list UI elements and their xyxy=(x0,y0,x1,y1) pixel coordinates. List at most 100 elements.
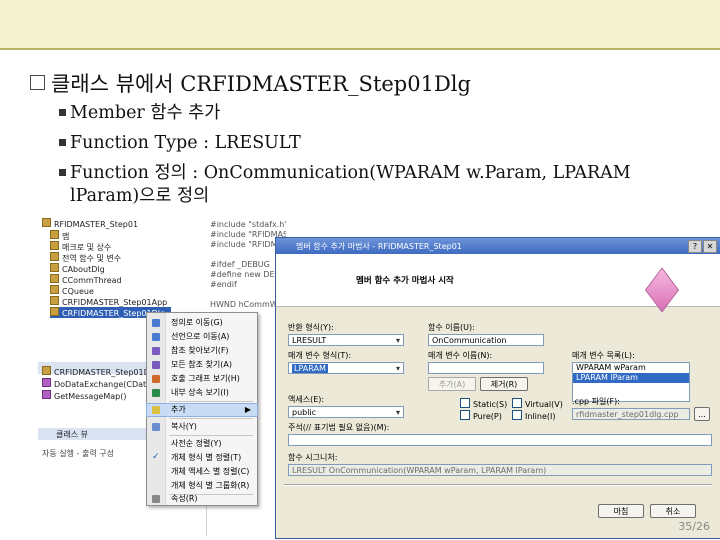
main-bullet: 클래스 뷰에서 CRFIDMASTER_Step01Dlg xyxy=(30,70,690,98)
code-line: #include "stdafx.h" xyxy=(210,220,286,229)
signature-label: 함수 시그니처: xyxy=(288,453,338,462)
comment-label: 주석(// 표기법 필요 없음)(M): xyxy=(288,423,390,432)
tree-item[interactable]: CRFIDMASTER_Step01App xyxy=(50,296,167,307)
menu-item-inheritance[interactable]: 내부 상속 보기(I) xyxy=(147,387,257,399)
param-list-item-selected[interactable]: LPARAM lParam xyxy=(573,373,689,383)
sub-bullet: Function Type : LRESULT xyxy=(30,128,690,158)
remove-param-button[interactable]: 제거(R) xyxy=(480,377,528,391)
class-icon xyxy=(50,296,59,305)
help-button[interactable]: ? xyxy=(688,240,702,253)
title-divider xyxy=(0,48,720,50)
tree-item[interactable]: CAboutDlg xyxy=(50,263,105,274)
menu-separator xyxy=(169,435,253,436)
virtual-checkbox[interactable]: Virtual(V) xyxy=(512,398,563,409)
browse-button[interactable]: ... xyxy=(694,407,710,421)
member-item[interactable]: CRFIDMASTER_Step01Dlg xyxy=(42,366,157,377)
call-graph-icon xyxy=(152,375,160,383)
menu-item-browse-references[interactable]: 참조 찾아보기(F) xyxy=(147,345,257,357)
class-icon xyxy=(50,307,59,316)
wizard-heading: 멤버 함수 추가 마법사 시작 xyxy=(356,276,454,286)
square-bullet-icon xyxy=(59,109,66,116)
main-bullet-text: 클래스 뷰에서 CRFIDMASTER_Step01Dlg xyxy=(51,72,471,96)
dialog-titlebar: 멤버 함수 추가 마법사 - RFIDMASTER_Step01 ? ✕ xyxy=(276,238,720,254)
code-line: #ifdef _DEBUG xyxy=(210,260,270,269)
title-band xyxy=(0,0,720,48)
checkbox-bullet-icon xyxy=(30,75,45,90)
tree-item[interactable]: RFIDMASTER_Step01 xyxy=(42,218,138,229)
sub-bullet-text: Member 함수 추가 xyxy=(70,103,221,123)
sub-bullet-text: Function Type : LRESULT xyxy=(70,133,301,153)
menu-item-find-all-references[interactable]: 모든 참조 찾기(A) xyxy=(147,359,257,371)
tree-item[interactable]: 전역 함수 및 변수 xyxy=(50,252,121,263)
param-name-field[interactable] xyxy=(428,362,544,374)
param-list-item[interactable]: WPARAM wParam xyxy=(573,363,689,373)
menu-separator xyxy=(169,401,253,402)
param-name-label: 매개 변수 이름(N): xyxy=(428,351,493,360)
copy-icon xyxy=(152,423,160,431)
properties-icon xyxy=(152,495,160,503)
menu-item-goto-definition[interactable]: 정의로 이동(G) xyxy=(147,317,257,329)
cancel-button[interactable]: 취소 xyxy=(650,504,696,518)
cpp-file-field[interactable]: rfidmaster_step01dlg.cpp xyxy=(572,408,690,420)
sub-bullet-text: Function 정의 : OnCommunication(WPARAM w.P… xyxy=(70,163,631,183)
tree-item[interactable]: 맵 xyxy=(50,230,69,241)
access-label: 액세스(E): xyxy=(288,395,325,404)
checkbox-icon xyxy=(512,410,522,420)
menu-item-sort-by-type[interactable]: ✓ 개체 형식 별 정렬(T) xyxy=(147,452,257,464)
add-param-button[interactable]: 추가(A) xyxy=(428,377,476,391)
cpp-file-label: .cpp 파일(F): xyxy=(572,397,620,406)
global-icon xyxy=(50,252,59,261)
menu-item-call-graph[interactable]: 호출 그래프 보기(H) xyxy=(147,373,257,385)
access-combo[interactable]: public xyxy=(288,406,404,418)
checkbox-icon xyxy=(460,398,470,408)
menu-item-copy[interactable]: 복사(Y) xyxy=(147,421,257,433)
wizard-cube-icon xyxy=(644,267,680,313)
button-divider xyxy=(284,484,712,486)
param-type-combo[interactable]: LPARAM xyxy=(288,362,404,374)
menu-item-properties[interactable]: 속성(R) xyxy=(147,493,257,505)
tree-item[interactable]: CQueue xyxy=(50,285,94,296)
menu-item-goto-declaration[interactable]: 선언으로 이동(A) xyxy=(147,331,257,343)
bullet-list: 클래스 뷰에서 CRFIDMASTER_Step01Dlg Member 함수 … xyxy=(30,70,690,208)
method-icon xyxy=(42,390,51,399)
class-icon xyxy=(42,366,51,375)
menu-item-group-by-type[interactable]: 개체 형식 별 그룹화(R) xyxy=(147,480,257,492)
comment-field[interactable] xyxy=(288,434,712,446)
checkbox-icon xyxy=(460,410,470,420)
menu-separator xyxy=(169,418,253,419)
goto-declaration-icon xyxy=(152,333,160,341)
menu-item-add[interactable]: 추가 ▶ xyxy=(146,403,258,417)
tree-item[interactable]: CCommThread xyxy=(50,274,122,285)
sub-bullet: Member 함수 추가 xyxy=(30,98,690,128)
return-type-label: 반환 형식(Y): xyxy=(288,323,334,332)
checkbox-icon xyxy=(512,398,522,408)
function-name-field[interactable]: OnCommunication xyxy=(428,334,544,346)
menu-item-sort-alpha[interactable]: 사전순 정렬(Y) xyxy=(147,438,257,450)
inline-checkbox[interactable]: Inline(I) xyxy=(512,410,555,421)
class-icon xyxy=(50,274,59,283)
add-member-function-wizard: 멤버 함수 추가 마법사 - RFIDMASTER_Step01 ? ✕ 멤버 … xyxy=(275,237,720,539)
goto-definition-icon xyxy=(152,319,160,327)
menu-item-sort-by-access[interactable]: 개체 액세스 별 정렬(C) xyxy=(147,466,257,478)
method-icon xyxy=(42,378,51,387)
tree-item[interactable]: 매크로 및 상수 xyxy=(50,241,111,252)
class-view-tab-label[interactable]: 클래스 뷰 xyxy=(56,429,88,440)
project-icon xyxy=(42,218,51,227)
inheritance-icon xyxy=(152,389,160,397)
close-button[interactable]: ✕ xyxy=(703,240,717,253)
return-type-combo[interactable]: LRESULT xyxy=(288,334,404,346)
param-list-label: 매개 변수 목록(L): xyxy=(572,351,635,360)
square-bullet-icon xyxy=(59,169,66,176)
param-type-label: 매개 변수 형식(T): xyxy=(288,351,352,360)
finish-button[interactable]: 마침 xyxy=(598,504,644,518)
member-item[interactable]: GetMessageMap() xyxy=(42,390,126,401)
square-bullet-icon xyxy=(59,139,66,146)
dialog-title: 멤버 함수 추가 마법사 - RFIDMASTER_Step01 xyxy=(296,242,462,251)
context-menu: 정의로 이동(G) 선언으로 이동(A) 참조 찾아보기(F) 모든 참조 찾기… xyxy=(146,312,258,506)
static-checkbox[interactable]: Static(S) xyxy=(460,398,507,409)
signature-field: LRESULT OnCommunication(WPARAM wParam, L… xyxy=(288,464,712,476)
class-icon xyxy=(50,285,59,294)
class-icon xyxy=(50,263,59,272)
pure-checkbox[interactable]: Pure(P) xyxy=(460,410,502,421)
find-references-icon xyxy=(152,347,160,355)
